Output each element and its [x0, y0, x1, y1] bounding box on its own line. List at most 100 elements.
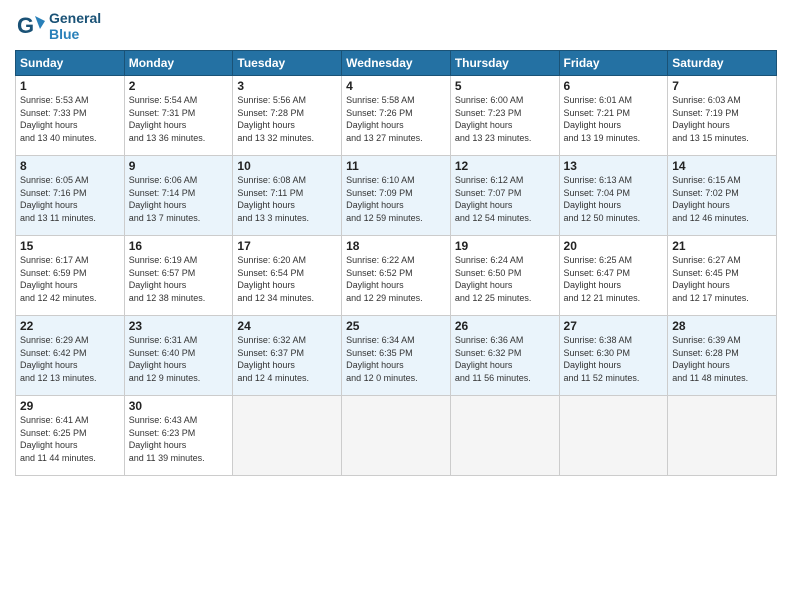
day-number: 8 — [20, 159, 120, 173]
header-sunday: Sunday — [16, 51, 125, 76]
day-cell-9: 9Sunrise: 6:06 AMSunset: 7:14 PMDaylight… — [124, 156, 233, 236]
day-info: Sunrise: 6:22 AMSunset: 6:52 PMDaylight … — [346, 254, 446, 304]
page: G General Blue Sunday Monday Tuesday Wed… — [0, 0, 792, 612]
day-info: Sunrise: 6:36 AMSunset: 6:32 PMDaylight … — [455, 334, 555, 384]
day-number: 19 — [455, 239, 555, 253]
day-info: Sunrise: 6:34 AMSunset: 6:35 PMDaylight … — [346, 334, 446, 384]
day-info: Sunrise: 5:58 AMSunset: 7:26 PMDaylight … — [346, 94, 446, 144]
day-number: 17 — [237, 239, 337, 253]
day-info: Sunrise: 6:38 AMSunset: 6:30 PMDaylight … — [564, 334, 664, 384]
day-info: Sunrise: 5:54 AMSunset: 7:31 PMDaylight … — [129, 94, 229, 144]
week-row-5: 29Sunrise: 6:41 AMSunset: 6:25 PMDayligh… — [16, 396, 777, 476]
day-cell-26: 26Sunrise: 6:36 AMSunset: 6:32 PMDayligh… — [450, 316, 559, 396]
day-number: 16 — [129, 239, 229, 253]
day-cell-4: 4Sunrise: 5:58 AMSunset: 7:26 PMDaylight… — [342, 76, 451, 156]
day-info: Sunrise: 6:41 AMSunset: 6:25 PMDaylight … — [20, 414, 120, 464]
logo-name: General — [49, 10, 101, 26]
day-number: 13 — [564, 159, 664, 173]
day-cell-28: 28Sunrise: 6:39 AMSunset: 6:28 PMDayligh… — [668, 316, 777, 396]
logo-icon: G — [15, 11, 45, 41]
empty-cell — [233, 396, 342, 476]
day-info: Sunrise: 6:10 AMSunset: 7:09 PMDaylight … — [346, 174, 446, 224]
week-row-3: 15Sunrise: 6:17 AMSunset: 6:59 PMDayligh… — [16, 236, 777, 316]
empty-cell — [668, 396, 777, 476]
day-info: Sunrise: 6:05 AMSunset: 7:16 PMDaylight … — [20, 174, 120, 224]
header-tuesday: Tuesday — [233, 51, 342, 76]
day-cell-6: 6Sunrise: 6:01 AMSunset: 7:21 PMDaylight… — [559, 76, 668, 156]
calendar: Sunday Monday Tuesday Wednesday Thursday… — [15, 50, 777, 476]
day-cell-19: 19Sunrise: 6:24 AMSunset: 6:50 PMDayligh… — [450, 236, 559, 316]
day-number: 10 — [237, 159, 337, 173]
header-friday: Friday — [559, 51, 668, 76]
header-saturday: Saturday — [668, 51, 777, 76]
header-thursday: Thursday — [450, 51, 559, 76]
day-info: Sunrise: 6:17 AMSunset: 6:59 PMDaylight … — [20, 254, 120, 304]
day-number: 11 — [346, 159, 446, 173]
day-number: 30 — [129, 399, 229, 413]
logo-blue: Blue — [49, 26, 101, 42]
day-number: 29 — [20, 399, 120, 413]
day-info: Sunrise: 6:27 AMSunset: 6:45 PMDaylight … — [672, 254, 772, 304]
day-number: 22 — [20, 319, 120, 333]
day-number: 26 — [455, 319, 555, 333]
day-cell-29: 29Sunrise: 6:41 AMSunset: 6:25 PMDayligh… — [16, 396, 125, 476]
day-cell-11: 11Sunrise: 6:10 AMSunset: 7:09 PMDayligh… — [342, 156, 451, 236]
day-info: Sunrise: 5:53 AMSunset: 7:33 PMDaylight … — [20, 94, 120, 144]
day-number: 2 — [129, 79, 229, 93]
day-cell-15: 15Sunrise: 6:17 AMSunset: 6:59 PMDayligh… — [16, 236, 125, 316]
day-cell-23: 23Sunrise: 6:31 AMSunset: 6:40 PMDayligh… — [124, 316, 233, 396]
svg-text:G: G — [17, 13, 34, 38]
day-info: Sunrise: 6:13 AMSunset: 7:04 PMDaylight … — [564, 174, 664, 224]
day-number: 28 — [672, 319, 772, 333]
day-number: 20 — [564, 239, 664, 253]
day-number: 21 — [672, 239, 772, 253]
header: G General Blue — [15, 10, 777, 42]
day-cell-27: 27Sunrise: 6:38 AMSunset: 6:30 PMDayligh… — [559, 316, 668, 396]
week-row-4: 22Sunrise: 6:29 AMSunset: 6:42 PMDayligh… — [16, 316, 777, 396]
day-info: Sunrise: 6:19 AMSunset: 6:57 PMDaylight … — [129, 254, 229, 304]
day-info: Sunrise: 6:15 AMSunset: 7:02 PMDaylight … — [672, 174, 772, 224]
day-number: 12 — [455, 159, 555, 173]
header-monday: Monday — [124, 51, 233, 76]
day-cell-21: 21Sunrise: 6:27 AMSunset: 6:45 PMDayligh… — [668, 236, 777, 316]
empty-cell — [559, 396, 668, 476]
day-number: 24 — [237, 319, 337, 333]
day-number: 27 — [564, 319, 664, 333]
day-info: Sunrise: 6:08 AMSunset: 7:11 PMDaylight … — [237, 174, 337, 224]
empty-cell — [450, 396, 559, 476]
day-info: Sunrise: 6:00 AMSunset: 7:23 PMDaylight … — [455, 94, 555, 144]
day-info: Sunrise: 6:43 AMSunset: 6:23 PMDaylight … — [129, 414, 229, 464]
day-number: 9 — [129, 159, 229, 173]
day-cell-24: 24Sunrise: 6:32 AMSunset: 6:37 PMDayligh… — [233, 316, 342, 396]
day-cell-17: 17Sunrise: 6:20 AMSunset: 6:54 PMDayligh… — [233, 236, 342, 316]
day-number: 23 — [129, 319, 229, 333]
day-info: Sunrise: 6:24 AMSunset: 6:50 PMDaylight … — [455, 254, 555, 304]
day-cell-30: 30Sunrise: 6:43 AMSunset: 6:23 PMDayligh… — [124, 396, 233, 476]
day-number: 14 — [672, 159, 772, 173]
day-number: 15 — [20, 239, 120, 253]
day-info: Sunrise: 6:39 AMSunset: 6:28 PMDaylight … — [672, 334, 772, 384]
day-number: 25 — [346, 319, 446, 333]
day-cell-25: 25Sunrise: 6:34 AMSunset: 6:35 PMDayligh… — [342, 316, 451, 396]
day-number: 5 — [455, 79, 555, 93]
week-row-2: 8Sunrise: 6:05 AMSunset: 7:16 PMDaylight… — [16, 156, 777, 236]
day-cell-22: 22Sunrise: 6:29 AMSunset: 6:42 PMDayligh… — [16, 316, 125, 396]
day-cell-20: 20Sunrise: 6:25 AMSunset: 6:47 PMDayligh… — [559, 236, 668, 316]
day-number: 4 — [346, 79, 446, 93]
day-info: Sunrise: 6:20 AMSunset: 6:54 PMDaylight … — [237, 254, 337, 304]
day-cell-18: 18Sunrise: 6:22 AMSunset: 6:52 PMDayligh… — [342, 236, 451, 316]
day-info: Sunrise: 6:12 AMSunset: 7:07 PMDaylight … — [455, 174, 555, 224]
day-cell-2: 2Sunrise: 5:54 AMSunset: 7:31 PMDaylight… — [124, 76, 233, 156]
day-cell-3: 3Sunrise: 5:56 AMSunset: 7:28 PMDaylight… — [233, 76, 342, 156]
day-info: Sunrise: 6:32 AMSunset: 6:37 PMDaylight … — [237, 334, 337, 384]
day-cell-14: 14Sunrise: 6:15 AMSunset: 7:02 PMDayligh… — [668, 156, 777, 236]
day-cell-12: 12Sunrise: 6:12 AMSunset: 7:07 PMDayligh… — [450, 156, 559, 236]
day-info: Sunrise: 5:56 AMSunset: 7:28 PMDaylight … — [237, 94, 337, 144]
empty-cell — [342, 396, 451, 476]
day-number: 18 — [346, 239, 446, 253]
weekday-header-row: Sunday Monday Tuesday Wednesday Thursday… — [16, 51, 777, 76]
day-info: Sunrise: 6:03 AMSunset: 7:19 PMDaylight … — [672, 94, 772, 144]
header-wednesday: Wednesday — [342, 51, 451, 76]
day-number: 1 — [20, 79, 120, 93]
day-cell-7: 7Sunrise: 6:03 AMSunset: 7:19 PMDaylight… — [668, 76, 777, 156]
